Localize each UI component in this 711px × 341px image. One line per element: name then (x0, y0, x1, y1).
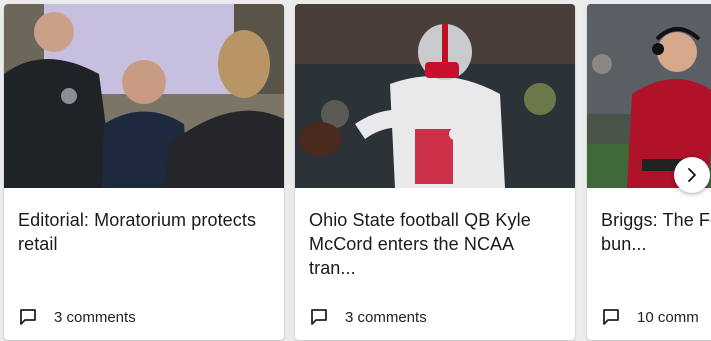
comment-count-label: 3 comments (54, 308, 136, 326)
article-thumbnail[interactable] (4, 4, 284, 188)
article-carousel: Editorial: Moratorium protects retail 3 … (0, 0, 711, 341)
comment-count[interactable]: 3 comments (18, 307, 136, 327)
comment-count-label: 3 comments (345, 308, 427, 326)
article-headline[interactable]: Briggs: The Football Pl is a bun... (601, 208, 711, 256)
chevron-right-icon (688, 168, 696, 182)
comment-count[interactable]: 10 comm (601, 307, 699, 327)
article-card[interactable]: Ohio State football QB Kyle McCord enter… (295, 4, 575, 340)
speech-bubble-icon (603, 309, 619, 325)
photo-quarterback-throwing (295, 4, 575, 188)
article-headline[interactable]: Ohio State football QB Kyle McCord enter… (309, 208, 561, 280)
photo-police-meeting (4, 4, 284, 188)
article-headline[interactable]: Editorial: Moratorium protects retail (18, 208, 270, 256)
article-card[interactable]: Editorial: Moratorium protects retail 3 … (4, 4, 284, 340)
speech-bubble-icon (311, 309, 327, 325)
comment-count-label: 10 comm (637, 308, 699, 326)
speech-bubble-icon (20, 309, 36, 325)
carousel-next-button[interactable] (674, 157, 710, 193)
comment-count[interactable]: 3 comments (309, 307, 427, 327)
article-thumbnail[interactable] (295, 4, 575, 188)
